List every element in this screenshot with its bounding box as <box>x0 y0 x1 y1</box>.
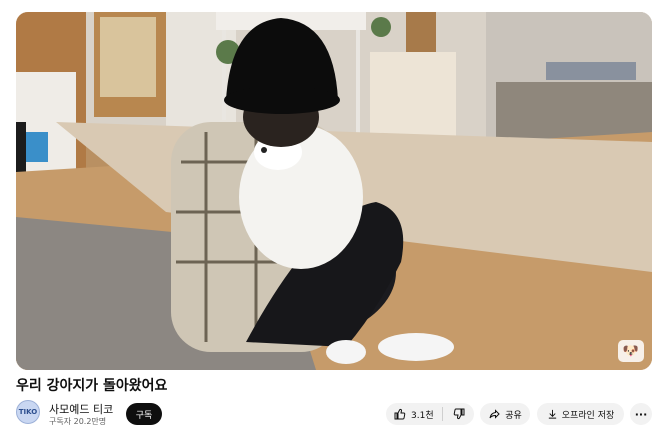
download-icon <box>547 408 558 420</box>
thumbs-down-icon <box>453 408 465 420</box>
samoyed-avatar-icon[interactable]: TIKO <box>16 400 40 424</box>
share-button[interactable]: 공유 <box>480 403 530 425</box>
like-count: 3.1천 <box>411 410 434 421</box>
video-title: 우리 강아지가 돌아왔어요 <box>16 378 168 394</box>
dislike-button[interactable] <box>443 403 473 425</box>
subscriber-count: 구독자 20.2만명 <box>49 417 107 426</box>
channel-watermark-icon[interactable]: 🐶 <box>618 340 644 362</box>
share-arrow-icon <box>488 408 501 420</box>
video-frame <box>16 12 652 370</box>
video-player[interactable]: 🐶 <box>16 12 652 370</box>
share-label: 공유 <box>505 410 522 421</box>
like-button[interactable]: 3.1천 <box>386 403 442 425</box>
thumbs-up-icon <box>394 408 406 420</box>
offline-save-label: 오프라인 저장 <box>561 410 615 421</box>
channel-name[interactable]: 사모예드 티코 <box>49 401 113 417</box>
offline-save-button[interactable]: 오프라인 저장 <box>537 403 624 425</box>
subscribe-button[interactable]: 구독 <box>126 403 162 425</box>
like-dislike-group: 3.1천 <box>386 403 474 425</box>
more-horizontal-icon[interactable]: ··· <box>630 403 652 425</box>
